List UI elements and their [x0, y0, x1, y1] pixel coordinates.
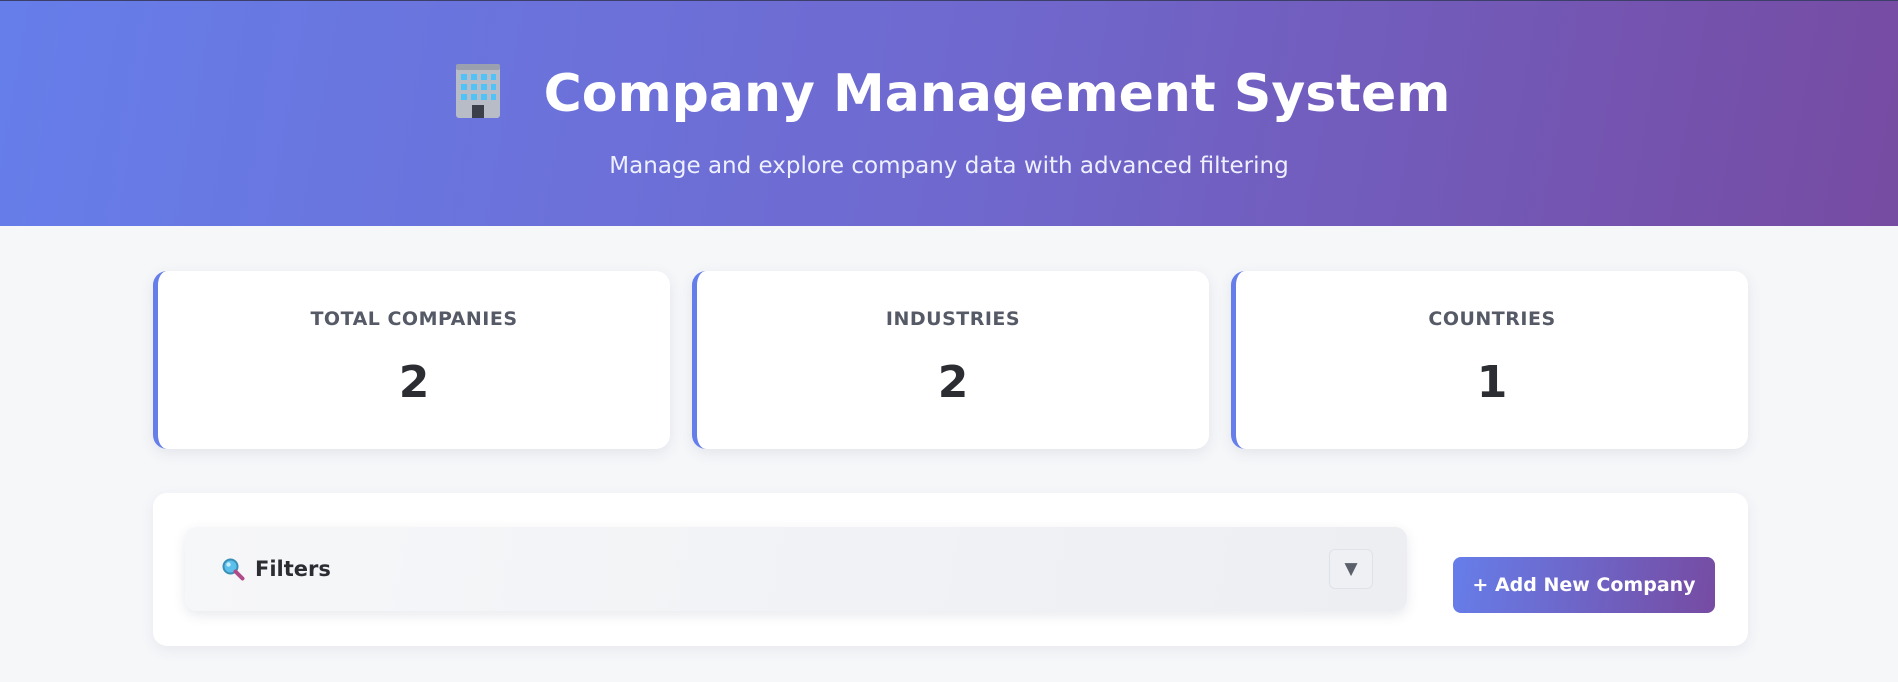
stat-label: TOTAL COMPANIES: [310, 308, 518, 330]
filters-label: Filters: [255, 557, 331, 581]
filters-toggle-button[interactable]: ▼: [1329, 549, 1373, 589]
title-row: Company Management System: [0, 59, 1898, 126]
filters-header[interactable]: Filters ▼: [185, 527, 1407, 611]
stat-card-industries: INDUSTRIES 2: [692, 271, 1209, 449]
page-header: Company Management System Manage and exp…: [0, 0, 1898, 226]
add-company-button[interactable]: + Add New Company: [1453, 557, 1715, 613]
stat-label: COUNTRIES: [1428, 308, 1556, 330]
stat-card-total-companies: TOTAL COMPANIES 2: [153, 271, 670, 449]
controls-panel: Filters ▼ + Add New Company: [153, 493, 1748, 646]
stat-value: 2: [398, 357, 430, 408]
stat-card-countries: COUNTRIES 1: [1231, 271, 1748, 449]
search-icon: [221, 557, 245, 581]
stat-label: INDUSTRIES: [885, 308, 1021, 330]
stat-value: 2: [937, 357, 969, 408]
office-building-icon: [448, 60, 508, 120]
chevron-down-icon: ▼: [1344, 559, 1358, 579]
page-subtitle: Manage and explore company data with adv…: [609, 153, 1289, 179]
page-title: Company Management System: [543, 64, 1451, 124]
stat-value: 1: [1476, 357, 1508, 408]
